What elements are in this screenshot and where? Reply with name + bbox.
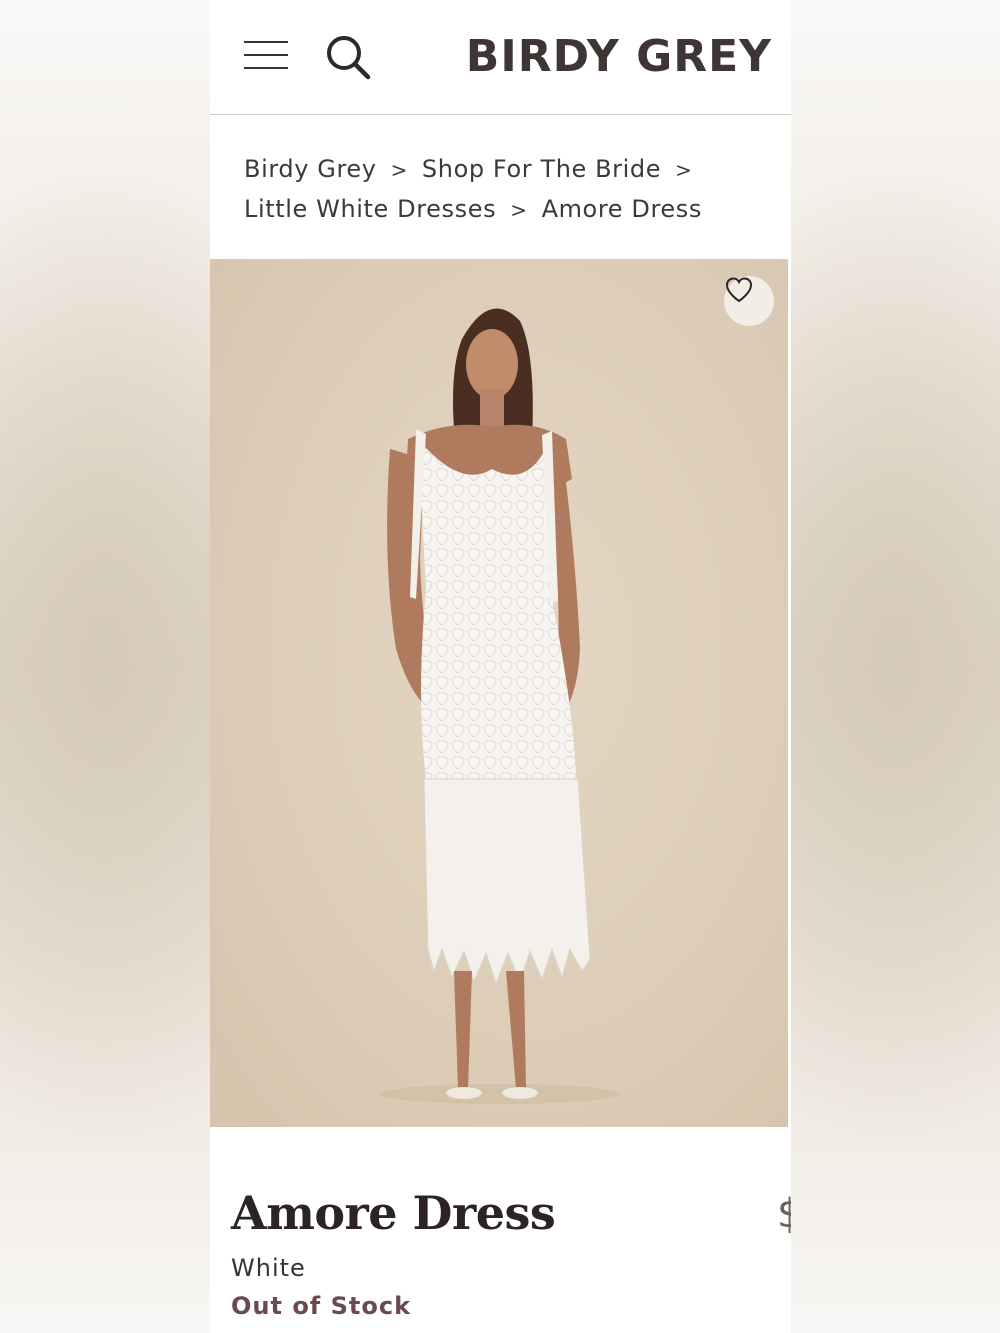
favorite-button[interactable]	[724, 276, 774, 326]
brand-logo[interactable]: BIRDY GREY	[466, 32, 772, 82]
breadcrumb-separator: >	[390, 158, 408, 182]
heart-outline-icon	[725, 277, 753, 303]
hamburger-menu-icon[interactable]	[244, 38, 288, 72]
breadcrumb: Birdy Grey > Shop For The Bride > Little Whi…	[244, 150, 774, 230]
search-icon[interactable]	[324, 33, 372, 81]
product-color: White	[231, 1254, 306, 1282]
stock-status: Out of Stock	[231, 1292, 412, 1320]
product-photo-illustration	[380, 308, 620, 1104]
breadcrumb-item-shop-for-the-bride[interactable]: Shop For The Bride	[422, 155, 661, 183]
mobile-page: BIRDY GREY Birdy Grey > Shop For The Bride…	[210, 0, 791, 1333]
breadcrumb-separator: >	[510, 198, 528, 222]
partial-price-glyph: $	[777, 1191, 791, 1237]
breadcrumb-item-birdy-grey[interactable]: Birdy Grey	[244, 155, 377, 183]
breadcrumb-item-current: Amore Dress	[541, 195, 702, 223]
breadcrumb-separator: >	[675, 158, 693, 182]
site-header: BIRDY GREY	[210, 0, 791, 115]
product-image[interactable]	[210, 259, 788, 1127]
product-title: Amore Dress	[231, 1186, 556, 1240]
breadcrumb-item-little-white-dresses[interactable]: Little White Dresses	[244, 195, 496, 223]
